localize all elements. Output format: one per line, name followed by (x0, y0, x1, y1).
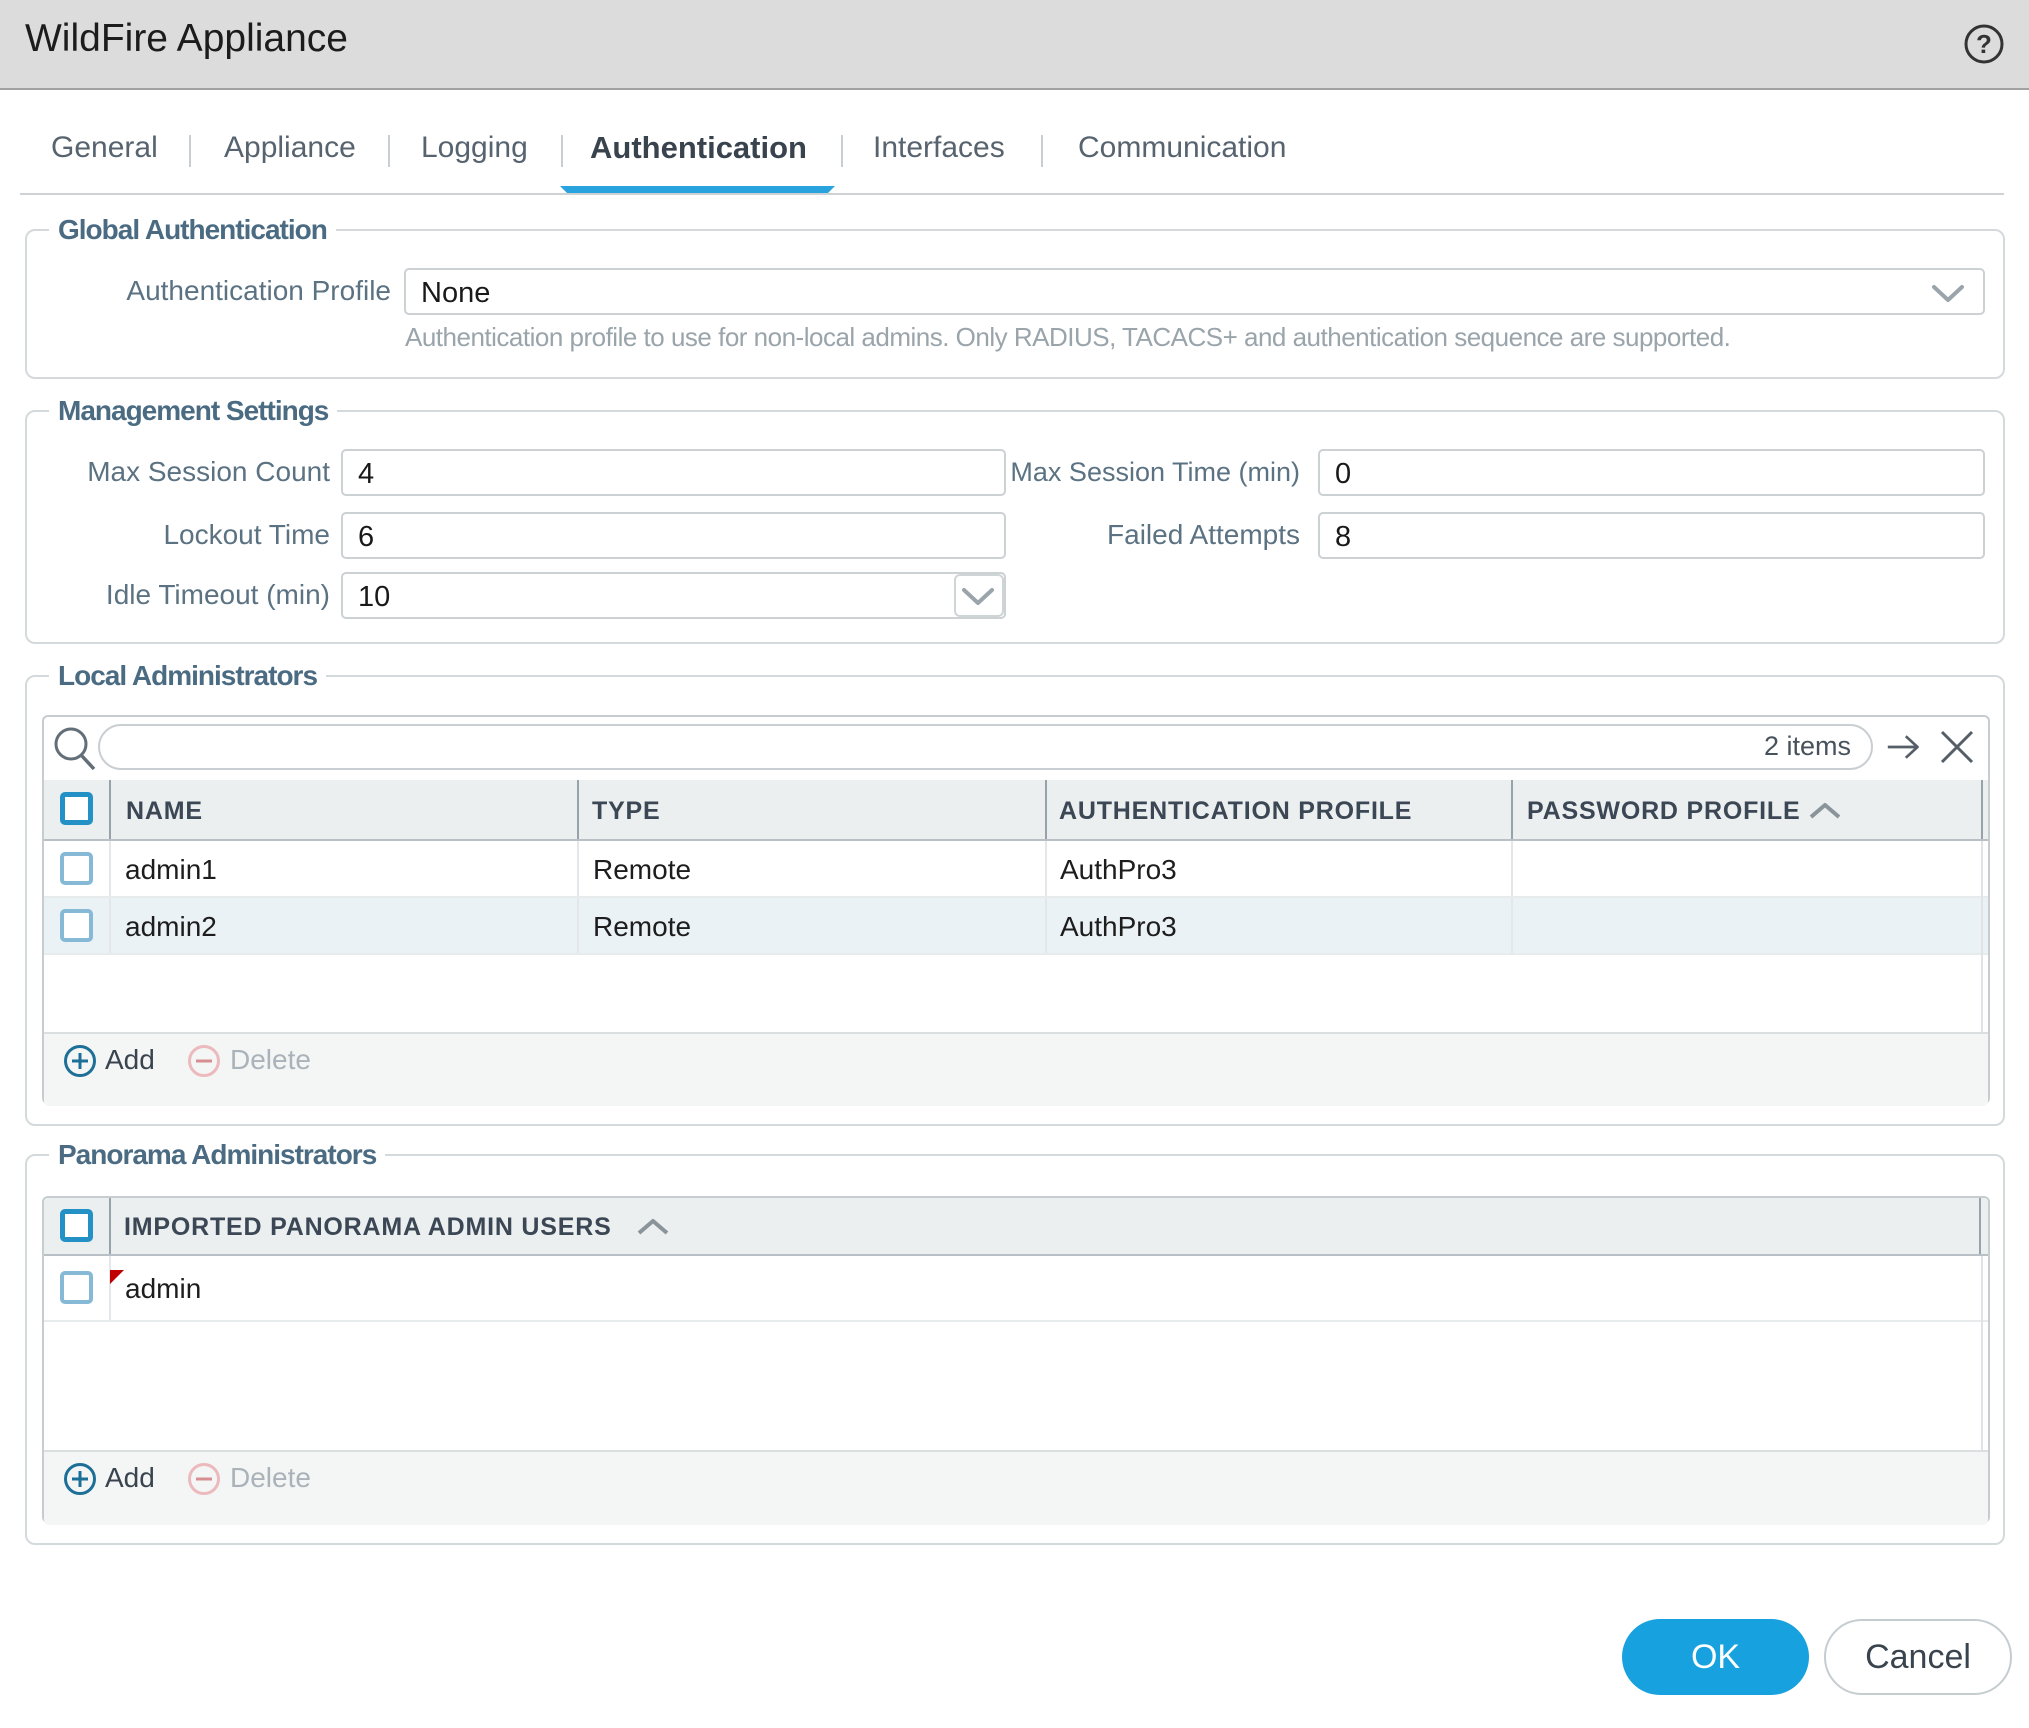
svg-text:?: ? (1976, 29, 1992, 59)
